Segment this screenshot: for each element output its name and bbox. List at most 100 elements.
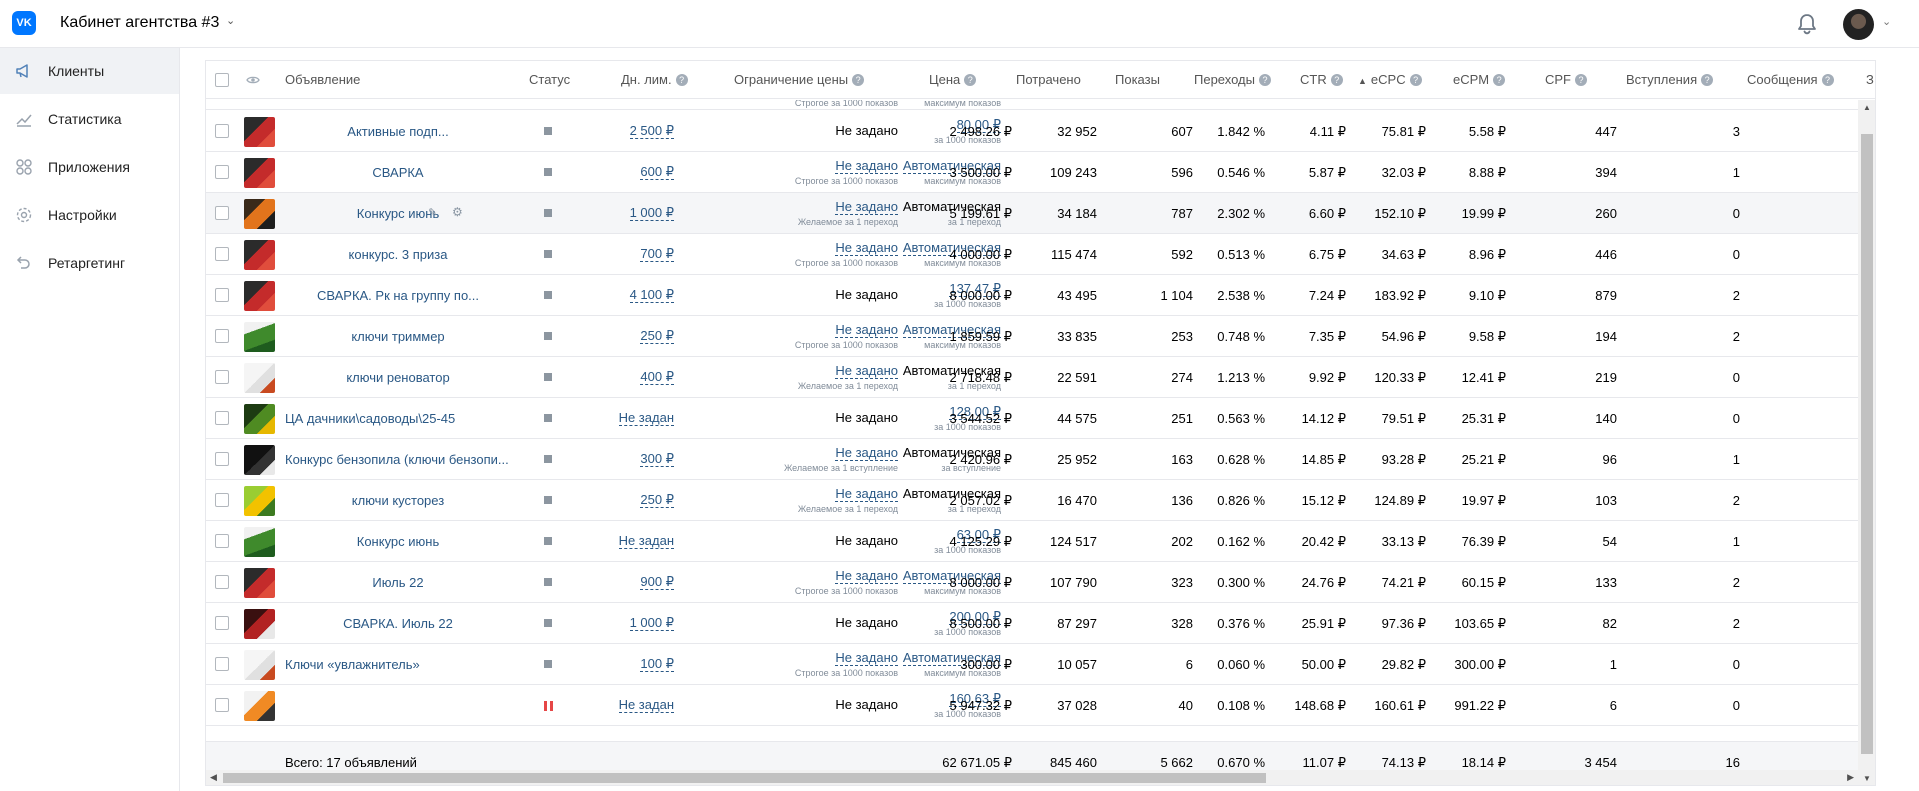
th-status[interactable]: Статус xyxy=(529,72,570,87)
th-ecpm[interactable]: eCPM? xyxy=(1453,72,1506,87)
ad-name-link[interactable]: СВАРКА xyxy=(285,165,511,180)
price-limit-link[interactable]: Не задано xyxy=(835,323,898,338)
th-impressions[interactable]: Показы xyxy=(1115,72,1160,87)
ad-thumbnail[interactable] xyxy=(244,527,275,557)
th-ecpc[interactable]: ▲ eCPC? xyxy=(1358,72,1422,87)
scroll-thumb[interactable] xyxy=(223,773,1266,783)
table-row[interactable]: Активные подп... 2 500 ₽ Не задано 80.00 ₽ з… xyxy=(206,111,1858,152)
th-ctr[interactable]: CTR? xyxy=(1300,72,1343,87)
table-row[interactable]: Ключи «увлажнитель» 100 ₽ Не задано Строгое… xyxy=(206,644,1858,685)
sidebar-item-apps[interactable]: Приложения xyxy=(0,144,179,190)
daily-limit-link[interactable]: 100 ₽ xyxy=(640,657,674,672)
ad-name-link[interactable]: Конкурс июнь xyxy=(285,206,511,221)
status-icon[interactable] xyxy=(544,168,552,176)
daily-limit-link[interactable]: 1 000 ₽ xyxy=(629,616,674,631)
ad-thumbnail[interactable] xyxy=(244,117,275,147)
status-icon[interactable] xyxy=(544,332,552,340)
status-icon[interactable] xyxy=(544,291,552,299)
scroll-up-arrow[interactable]: ▲ xyxy=(1863,103,1871,112)
status-icon[interactable] xyxy=(544,414,552,422)
sidebar-item-statistics[interactable]: Статистика xyxy=(0,96,179,142)
help-icon[interactable]: ? xyxy=(852,74,865,86)
ad-name-link[interactable]: Конкурс июнь xyxy=(285,534,511,549)
row-checkbox[interactable] xyxy=(215,370,229,384)
th-price[interactable]: Цена? xyxy=(929,72,977,87)
status-icon[interactable] xyxy=(544,619,552,627)
scroll-thumb[interactable] xyxy=(1861,134,1873,754)
table-row[interactable]: Не задан Не задано 160.63 ₽ за 1000 показов… xyxy=(206,685,1858,726)
row-checkbox[interactable] xyxy=(215,616,229,630)
sidebar-item-retargeting[interactable]: Ретаргетинг xyxy=(0,240,179,286)
ad-name-link[interactable]: Ключи «увлажнитель» xyxy=(285,657,511,672)
gear-icon[interactable]: ⚙ xyxy=(452,205,463,219)
table-row[interactable]: СВАРКА. Рк на группу по... 4 100 ₽ Не зада… xyxy=(206,275,1858,316)
help-icon[interactable]: ? xyxy=(1493,74,1506,86)
row-checkbox[interactable] xyxy=(215,493,229,507)
th-spent[interactable]: Потрачено xyxy=(1016,72,1081,87)
row-checkbox[interactable] xyxy=(215,206,229,220)
paused-status-icon[interactable] xyxy=(544,701,553,711)
ad-name-link[interactable]: ключи реноватор xyxy=(285,370,511,385)
th-daily-limit[interactable]: Дн. лим.? xyxy=(621,72,688,87)
help-icon[interactable]: ? xyxy=(1330,74,1343,86)
status-icon[interactable] xyxy=(544,209,552,217)
th-ad[interactable]: Объявление xyxy=(285,72,360,87)
table-row[interactable]: ключи реноватор 400 ₽ Не задано Желаемое за… xyxy=(206,357,1858,398)
ad-name-link[interactable]: конкурс. 3 приза xyxy=(285,247,511,262)
ad-thumbnail[interactable] xyxy=(244,404,275,434)
ad-thumbnail[interactable] xyxy=(244,240,275,270)
eye-icon[interactable] xyxy=(246,75,260,85)
table-row[interactable]: ЦА дачники\садоводы\25-45 Не задан Не зада… xyxy=(206,398,1858,439)
daily-limit-link[interactable]: 400 ₽ xyxy=(640,370,674,385)
ad-name-link[interactable]: Активные подп... xyxy=(285,124,511,139)
th-cpf[interactable]: CPF? xyxy=(1545,72,1587,87)
th-clicks[interactable]: Переходы? xyxy=(1194,72,1271,87)
th-messages[interactable]: Сообщения? xyxy=(1747,72,1834,87)
th-joins[interactable]: Вступления? xyxy=(1626,72,1714,87)
price-limit-link[interactable]: Не задано xyxy=(835,200,898,215)
edit-pencil-icon[interactable]: ✎ xyxy=(428,206,437,219)
ad-name-link[interactable]: Июль 22 xyxy=(285,575,511,590)
table-row[interactable]: Конкурс июнь ✎ ⚙ 1 000 ₽ Не задано Желаемое з… xyxy=(206,193,1858,234)
help-icon[interactable]: ? xyxy=(1821,74,1834,86)
daily-limit-link[interactable]: 1 000 ₽ xyxy=(629,206,674,221)
ad-name-link[interactable]: ключи кусторез xyxy=(285,493,511,508)
daily-limit-link[interactable]: 300 ₽ xyxy=(640,452,674,467)
th-price-limit[interactable]: Ограничение цены? xyxy=(734,72,865,87)
status-icon[interactable] xyxy=(544,578,552,586)
help-icon[interactable]: ? xyxy=(1575,74,1587,86)
ad-thumbnail[interactable] xyxy=(244,650,275,680)
status-icon[interactable] xyxy=(544,250,552,258)
status-icon[interactable] xyxy=(544,127,552,135)
table-row[interactable]: Июль 22 900 ₽ Не задано Строгое за 1000 пок… xyxy=(206,562,1858,603)
price-limit-link[interactable]: Не задано xyxy=(835,159,898,174)
bell-icon[interactable] xyxy=(1795,12,1819,36)
table-row[interactable]: СВАРКА. Июль 22 1 000 ₽ Не задано 200.00 ₽ з… xyxy=(206,603,1858,644)
select-all-checkbox[interactable] xyxy=(215,73,229,87)
status-icon[interactable] xyxy=(544,455,552,463)
daily-limit-link[interactable]: Не задан xyxy=(618,698,674,713)
ad-thumbnail[interactable] xyxy=(244,486,275,516)
status-icon[interactable] xyxy=(544,373,552,381)
sidebar-item-clients[interactable]: Клиенты xyxy=(0,48,179,94)
price-limit-link[interactable]: Не задано xyxy=(835,651,898,666)
daily-limit-link[interactable]: 600 ₽ xyxy=(640,165,674,180)
help-icon[interactable]: ? xyxy=(1701,74,1714,86)
daily-limit-link[interactable]: 250 ₽ xyxy=(640,329,674,344)
row-checkbox[interactable] xyxy=(215,165,229,179)
help-icon[interactable]: ? xyxy=(675,74,688,86)
status-icon[interactable] xyxy=(544,496,552,504)
ad-thumbnail[interactable] xyxy=(244,691,275,721)
row-checkbox[interactable] xyxy=(215,575,229,589)
help-icon[interactable]: ? xyxy=(1258,74,1271,86)
row-checkbox[interactable] xyxy=(215,288,229,302)
ad-thumbnail[interactable] xyxy=(244,445,275,475)
price-limit-link[interactable]: Не задано xyxy=(835,569,898,584)
ad-thumbnail[interactable] xyxy=(244,322,275,352)
daily-limit-link[interactable]: 4 100 ₽ xyxy=(629,288,674,303)
scroll-left-arrow[interactable]: ◀ xyxy=(210,772,217,783)
ad-thumbnail[interactable] xyxy=(244,609,275,639)
sidebar-item-settings[interactable]: Настройки xyxy=(0,192,179,238)
row-checkbox[interactable] xyxy=(215,698,229,712)
ad-thumbnail[interactable] xyxy=(244,281,275,311)
